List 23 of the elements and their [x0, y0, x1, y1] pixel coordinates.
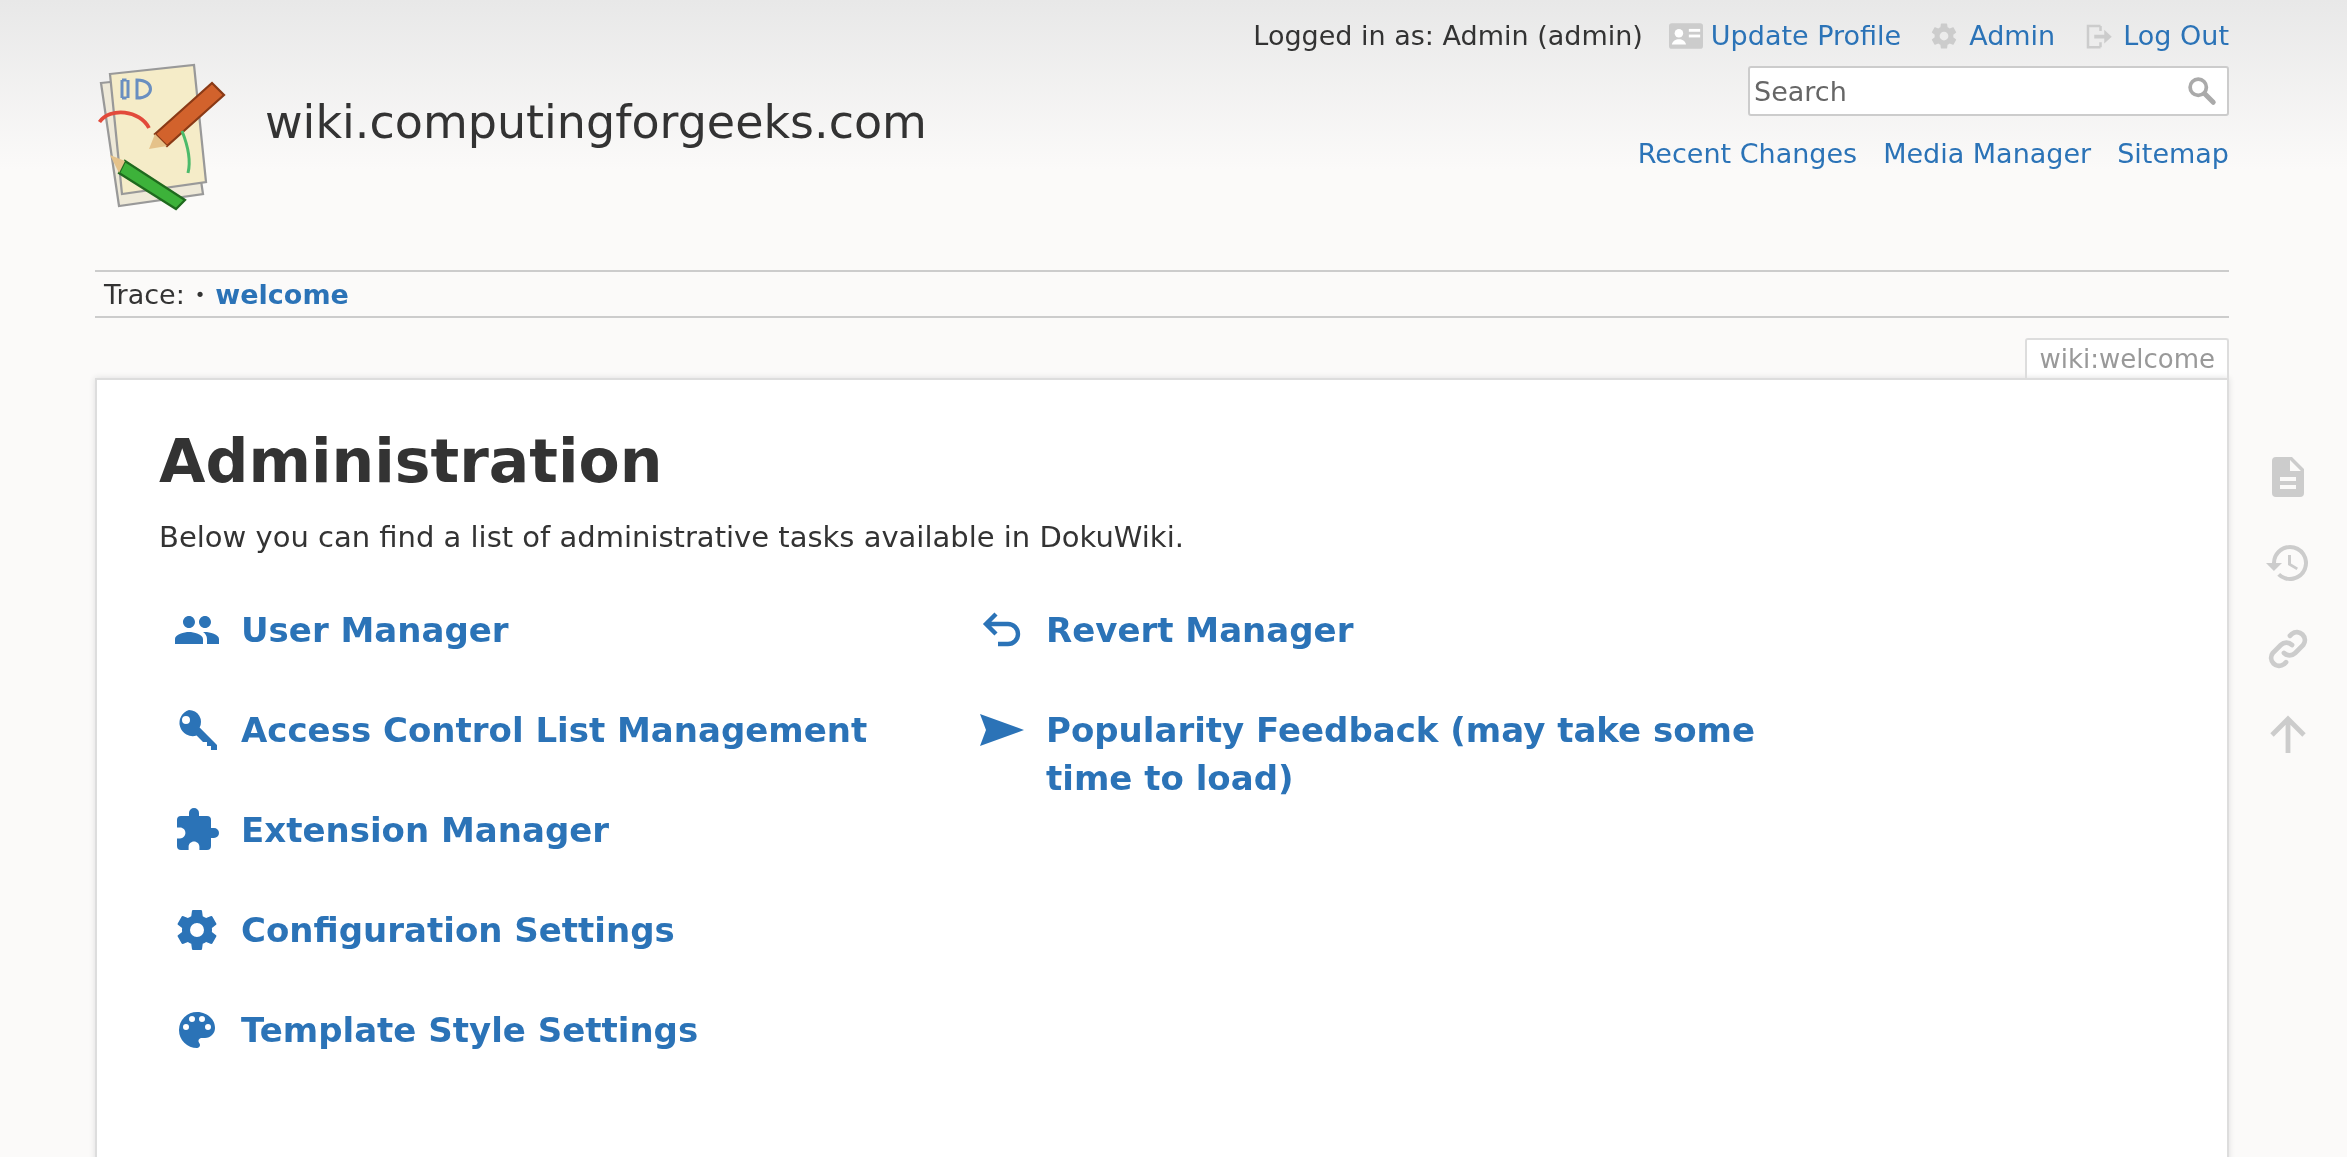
admin-task-link[interactable]: Template Style Settings [241, 1006, 699, 1054]
site-title[interactable]: wiki.computingforgeeks.com [265, 95, 927, 149]
admin-task-link[interactable]: User Manager [241, 606, 509, 654]
user-link[interactable]: Log Out [2123, 20, 2229, 51]
admin-task-link[interactable]: Popularity Feedback (may take some time to load) [1046, 706, 1784, 802]
breadcrumb-label: Trace: [104, 278, 185, 310]
admin-task-link[interactable]: Extension Manager [241, 806, 610, 854]
admin-task-link[interactable]: Revert Manager [1046, 606, 1354, 654]
admin-task-link[interactable]: Configuration Settings [241, 906, 675, 954]
profile-card-icon [1668, 20, 1703, 51]
search-field[interactable]: Search [1748, 66, 2229, 116]
intro-text: Below you can find a list of administrative tasks available in DokuWiki. [159, 520, 1185, 554]
breadcrumb-link[interactable]: welcome [215, 278, 349, 310]
nav-link[interactable]: Recent Changes [1637, 138, 1858, 169]
user-link[interactable]: Admin [1969, 20, 2056, 51]
nav-link[interactable]: Media Manager [1883, 138, 2092, 169]
breadcrumb-separator: • [194, 283, 206, 305]
logged-in-text: Logged in as: Admin (admin) [1253, 20, 1643, 51]
admin-task-link[interactable]: Access Control List Management [241, 706, 868, 754]
search-icon[interactable] [2187, 76, 2217, 106]
page-heading: Administration [159, 426, 664, 496]
nav-link[interactable]: Sitemap [2117, 138, 2229, 169]
user-link[interactable]: Update Profile [1710, 20, 1902, 51]
